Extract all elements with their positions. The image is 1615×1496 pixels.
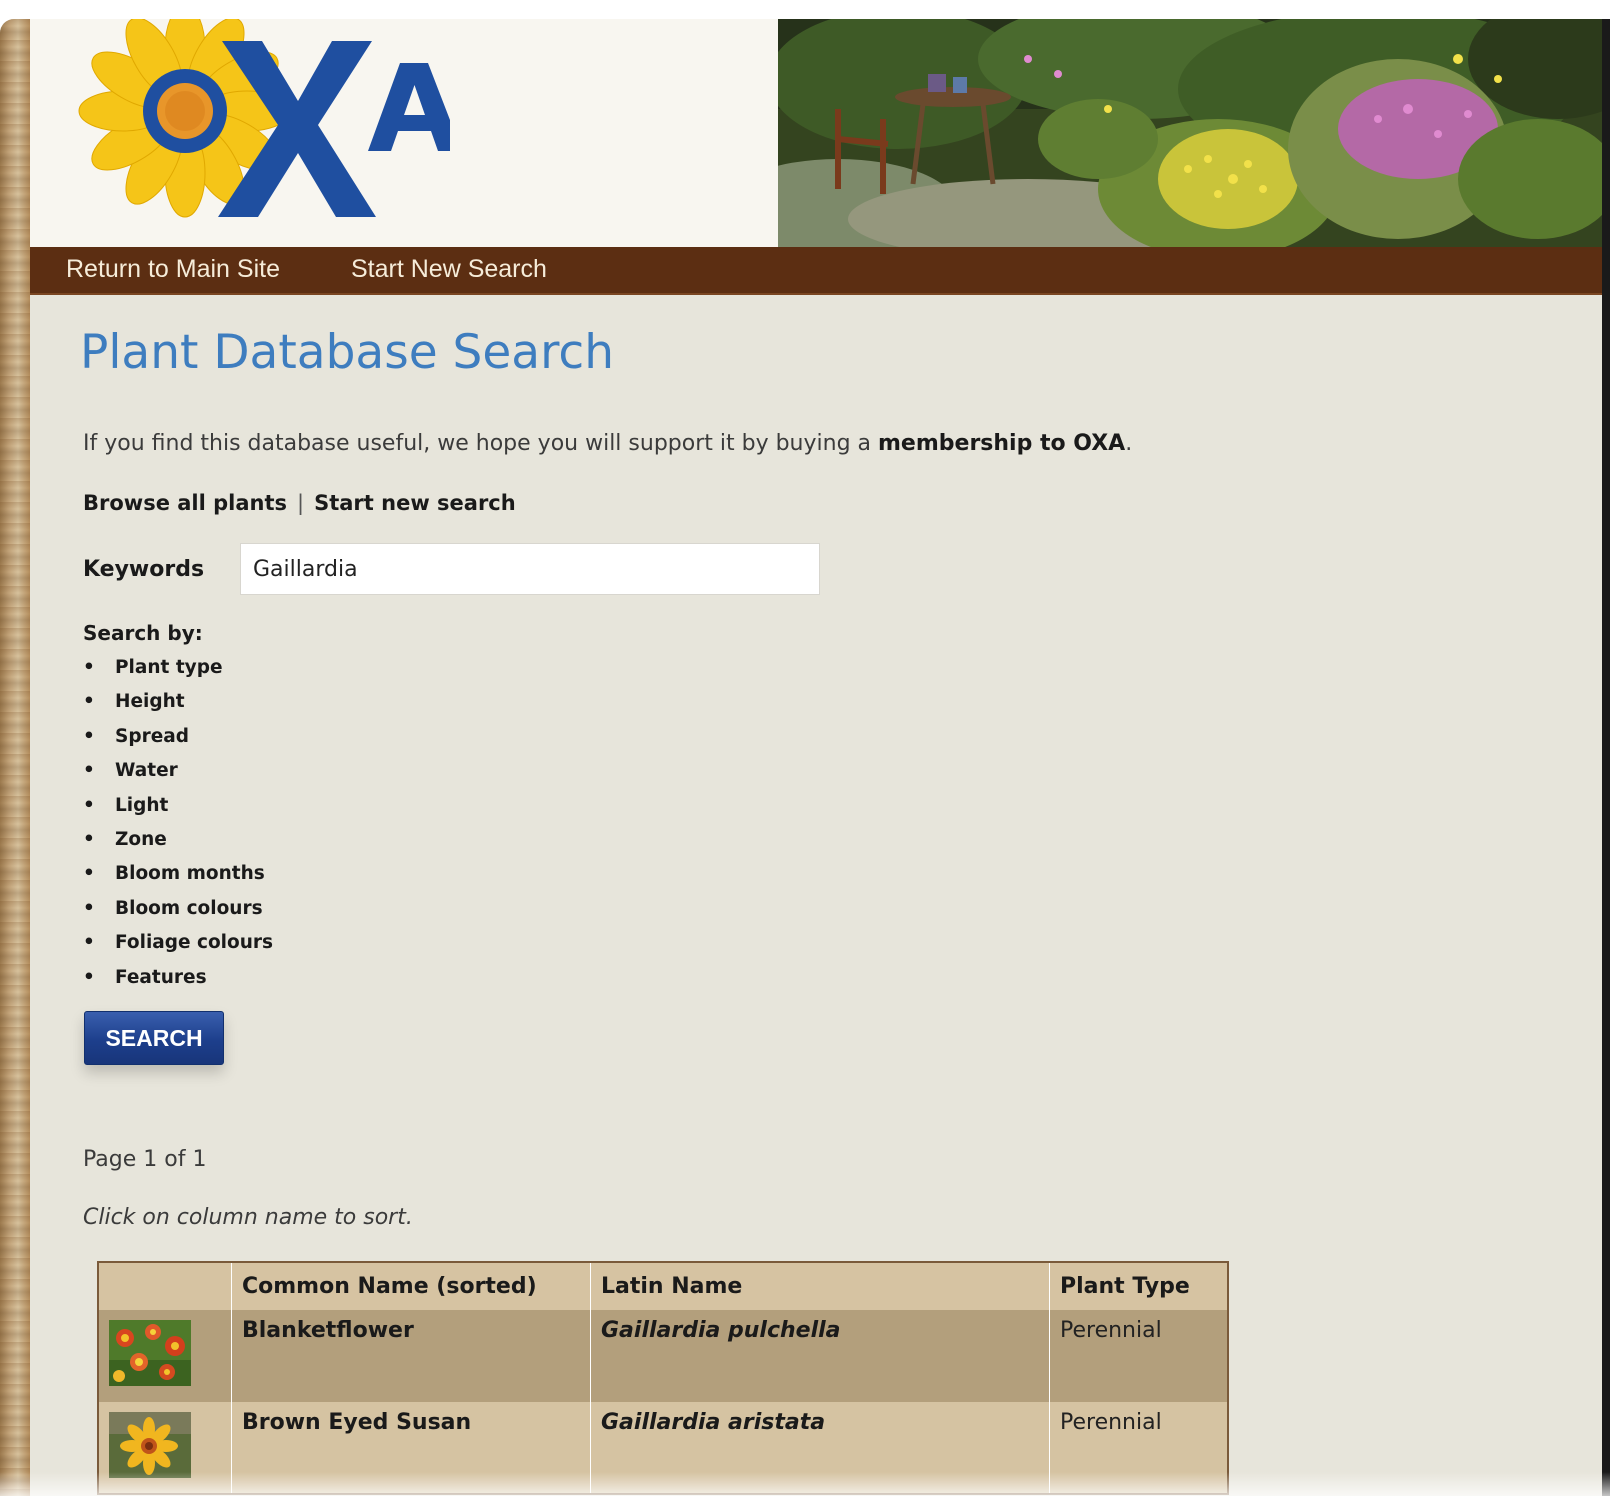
page-info: Page 1 of 1: [83, 1147, 207, 1172]
table-row[interactable]: Brown Eyed Susan Gaillardia aristata Per…: [98, 1402, 1228, 1494]
sort-hint: Click on column name to sort.: [83, 1205, 413, 1230]
decorative-border: [0, 19, 30, 1496]
window-edge: [1602, 19, 1610, 1496]
criteria-label: Plant type: [115, 657, 223, 678]
common-name-cell[interactable]: Blanketflower: [231, 1310, 591, 1402]
link-separator: |: [297, 491, 305, 515]
keywords-label: Keywords: [83, 557, 205, 582]
latin-name-cell: Gaillardia aristata: [590, 1402, 1050, 1494]
criteria-label: Bloom months: [115, 863, 265, 885]
main-content: Plant Database Search If you find this d…: [30, 295, 1602, 1496]
common-name-cell[interactable]: Brown Eyed Susan: [231, 1402, 591, 1494]
search-by-label: Search by:: [83, 621, 203, 645]
garden-photo: [778, 19, 1602, 247]
column-header-image: [98, 1262, 232, 1310]
bullet-icon: •: [83, 760, 95, 782]
criteria-label: Foliage colours: [115, 932, 274, 954]
criteria-label: Height: [115, 691, 185, 713]
criteria-foliage-colours[interactable]: • Foliage colours: [83, 932, 273, 966]
criteria-spread[interactable]: • Spread: [83, 726, 273, 760]
column-header-common-name[interactable]: Common Name (sorted): [231, 1262, 591, 1310]
search-button[interactable]: SEARCH: [84, 1011, 224, 1065]
column-header-latin-name[interactable]: Latin Name: [590, 1262, 1050, 1310]
page-title: Plant Database Search: [80, 325, 615, 380]
plant-type-cell: Perennial: [1049, 1310, 1228, 1402]
bullet-icon: •: [83, 897, 95, 919]
criteria-label: Light: [115, 794, 169, 816]
page-frame: Return to Main Site Start New Search Pla…: [0, 19, 1610, 1496]
criteria-label: Spread: [115, 725, 189, 747]
start-new-search-link[interactable]: Start new search: [314, 491, 516, 515]
thumbnail-cell: [98, 1402, 232, 1494]
criteria-label: Bloom colours: [115, 897, 263, 919]
bullet-icon: •: [83, 691, 95, 713]
intro-prefix: If you find this database useful, we hop…: [83, 431, 878, 456]
bullet-icon: •: [83, 863, 95, 885]
return-main-site-link[interactable]: Return to Main Site: [66, 255, 280, 284]
criteria-bloom-colours[interactable]: • Bloom colours: [83, 898, 273, 932]
keywords-input[interactable]: [240, 543, 820, 595]
plant-type-cell: Perennial: [1049, 1402, 1228, 1494]
bullet-icon: •: [83, 932, 95, 954]
criteria-light[interactable]: • Light: [83, 795, 273, 829]
browse-all-plants-link[interactable]: Browse all plants: [83, 491, 287, 515]
blanketflower-thumbnail[interactable]: [109, 1320, 191, 1386]
intro-text: If you find this database useful, we hop…: [83, 431, 1132, 456]
criteria-label: Zone: [115, 828, 167, 850]
criteria-height[interactable]: • Height: [83, 691, 273, 725]
start-new-search-nav-link[interactable]: Start New Search: [351, 255, 547, 284]
top-nav: Return to Main Site Start New Search: [30, 247, 1602, 295]
criteria-zone[interactable]: • Zone: [83, 829, 273, 863]
table-header-row: Common Name (sorted) Latin Name Plant Ty…: [98, 1262, 1228, 1310]
column-header-plant-type[interactable]: Plant Type: [1049, 1262, 1228, 1310]
membership-link[interactable]: membership to OXA: [878, 431, 1125, 456]
criteria-label: Features: [115, 966, 207, 988]
intro-suffix: .: [1125, 431, 1133, 456]
oxa-logo[interactable]: [50, 19, 450, 239]
results-table: Common Name (sorted) Latin Name Plant Ty…: [97, 1261, 1229, 1495]
latin-name-cell: Gaillardia pulchella: [590, 1310, 1050, 1402]
bullet-icon: •: [83, 794, 95, 816]
site-header: [30, 19, 1602, 247]
table-row[interactable]: Blanketflower Gaillardia pulchella Peren…: [98, 1310, 1228, 1402]
criteria-bloom-months[interactable]: • Bloom months: [83, 863, 273, 897]
criteria-label: Water: [115, 760, 178, 782]
criteria-water[interactable]: • Water: [83, 760, 273, 794]
bullet-icon: •: [83, 966, 95, 988]
browse-links: Browse all plants | Start new search: [83, 491, 516, 515]
brown-eyed-susan-thumbnail[interactable]: [109, 1412, 191, 1478]
criteria-features[interactable]: • Features: [83, 967, 273, 1001]
bullet-icon: •: [83, 725, 95, 747]
thumbnail-cell: [98, 1310, 232, 1402]
criteria-plant-type[interactable]: • Plant type: [83, 657, 273, 691]
bullet-icon: •: [83, 657, 95, 678]
logo-a-letter: [368, 63, 450, 151]
search-criteria-list: • Plant type • Height • Spread • Water • Ligh…: [83, 657, 273, 1001]
bullet-icon: •: [83, 828, 95, 850]
